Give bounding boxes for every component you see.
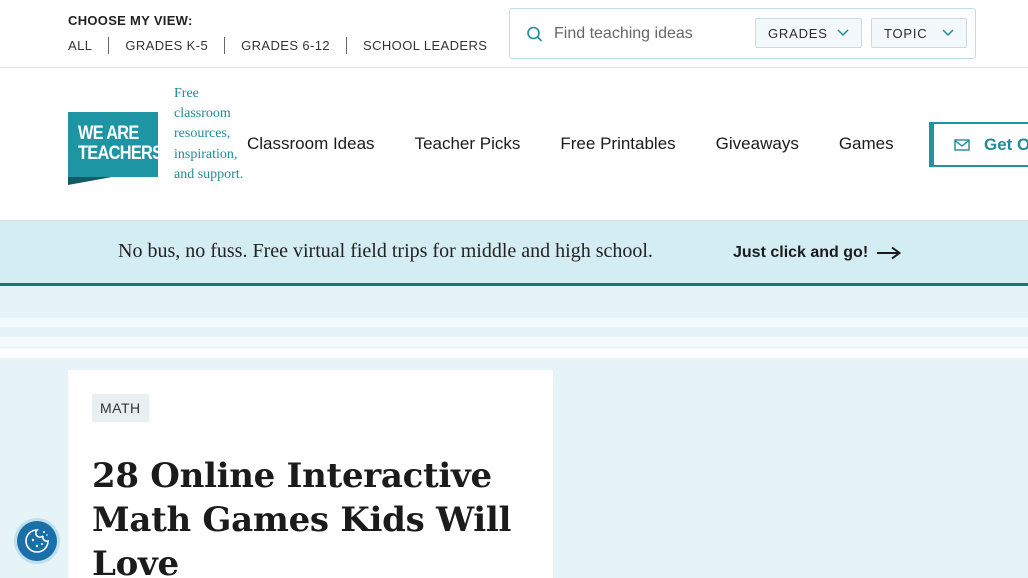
promo-text: No bus, no fuss. Free virtual field trip… <box>118 240 653 262</box>
category-tag[interactable]: MATH <box>92 394 149 422</box>
view-links: ALL GRADES K-5 GRADES 6-12 SCHOOL LEADER… <box>68 37 503 54</box>
view-link-all[interactable]: ALL <box>68 37 108 54</box>
search-input[interactable] <box>554 21 750 47</box>
promo-banner: No bus, no fuss. Free virtual field trip… <box>0 221 1028 286</box>
decorative-stripe <box>0 318 1028 327</box>
grades-filter-label: GRADES <box>768 25 828 41</box>
chevron-down-icon <box>942 29 954 37</box>
nav-item-teacher-picks[interactable]: Teacher Picks <box>415 134 521 154</box>
search-icon[interactable] <box>526 25 544 43</box>
topic-filter-select[interactable]: TOPIC <box>871 18 967 48</box>
cookie-settings-button[interactable] <box>17 521 57 561</box>
cookie-icon <box>25 529 49 553</box>
mail-icon <box>954 138 970 151</box>
nav-item-free-printables[interactable]: Free Printables <box>560 134 675 154</box>
article-title: 28 Online Interactive Math Games Kids Wi… <box>92 456 512 578</box>
view-link-school-leaders[interactable]: SCHOOL LEADERS <box>346 37 503 54</box>
nav-item-classroom-ideas[interactable]: Classroom Ideas <box>247 134 375 154</box>
nav-item-giveaways[interactable]: Giveaways <box>716 134 799 154</box>
view-link-grades-k-5[interactable]: GRADES K-5 <box>108 37 224 54</box>
logo-text: WE ARE TEACHERS <box>78 123 163 164</box>
search-box: GRADES TOPIC <box>509 8 976 59</box>
newsletter-cta-button[interactable]: Get Ou <box>929 122 1028 167</box>
choose-view-label: CHOOSE MY VIEW: <box>68 13 193 28</box>
nav-item-games[interactable]: Games <box>839 134 894 154</box>
view-link-grades-6-12[interactable]: GRADES 6-12 <box>224 37 346 54</box>
main-navigation: WE ARE TEACHERS Free classroom resources… <box>0 68 1028 221</box>
logo-line-1: WE ARE <box>78 123 139 144</box>
arrow-right-icon <box>877 246 902 260</box>
site-tagline: Free classroom resources, inspiration, a… <box>174 86 244 182</box>
topic-filter-label: TOPIC <box>884 25 928 41</box>
we-are-teachers-logo[interactable]: WE ARE TEACHERS <box>68 112 163 177</box>
cta-label: Get Ou <box>984 134 1028 154</box>
logo-line-2: TEACHERS <box>78 143 163 164</box>
article-card: MATH 28 Online Interactive Math Games Ki… <box>68 370 553 578</box>
chevron-down-icon <box>837 29 849 37</box>
promo-link[interactable]: Just click and go! <box>733 244 902 262</box>
logo-tail <box>68 177 112 185</box>
grades-filter-select[interactable]: GRADES <box>755 18 862 48</box>
decorative-stripe <box>0 337 1028 347</box>
promo-link-label: Just click and go! <box>733 244 869 261</box>
top-utility-bar: CHOOSE MY VIEW: ALL GRADES K-5 GRADES 6-… <box>0 0 1028 68</box>
decorative-stripe <box>0 348 1028 358</box>
nav-menu: Classroom Ideas Teacher Picks Free Print… <box>247 134 934 154</box>
